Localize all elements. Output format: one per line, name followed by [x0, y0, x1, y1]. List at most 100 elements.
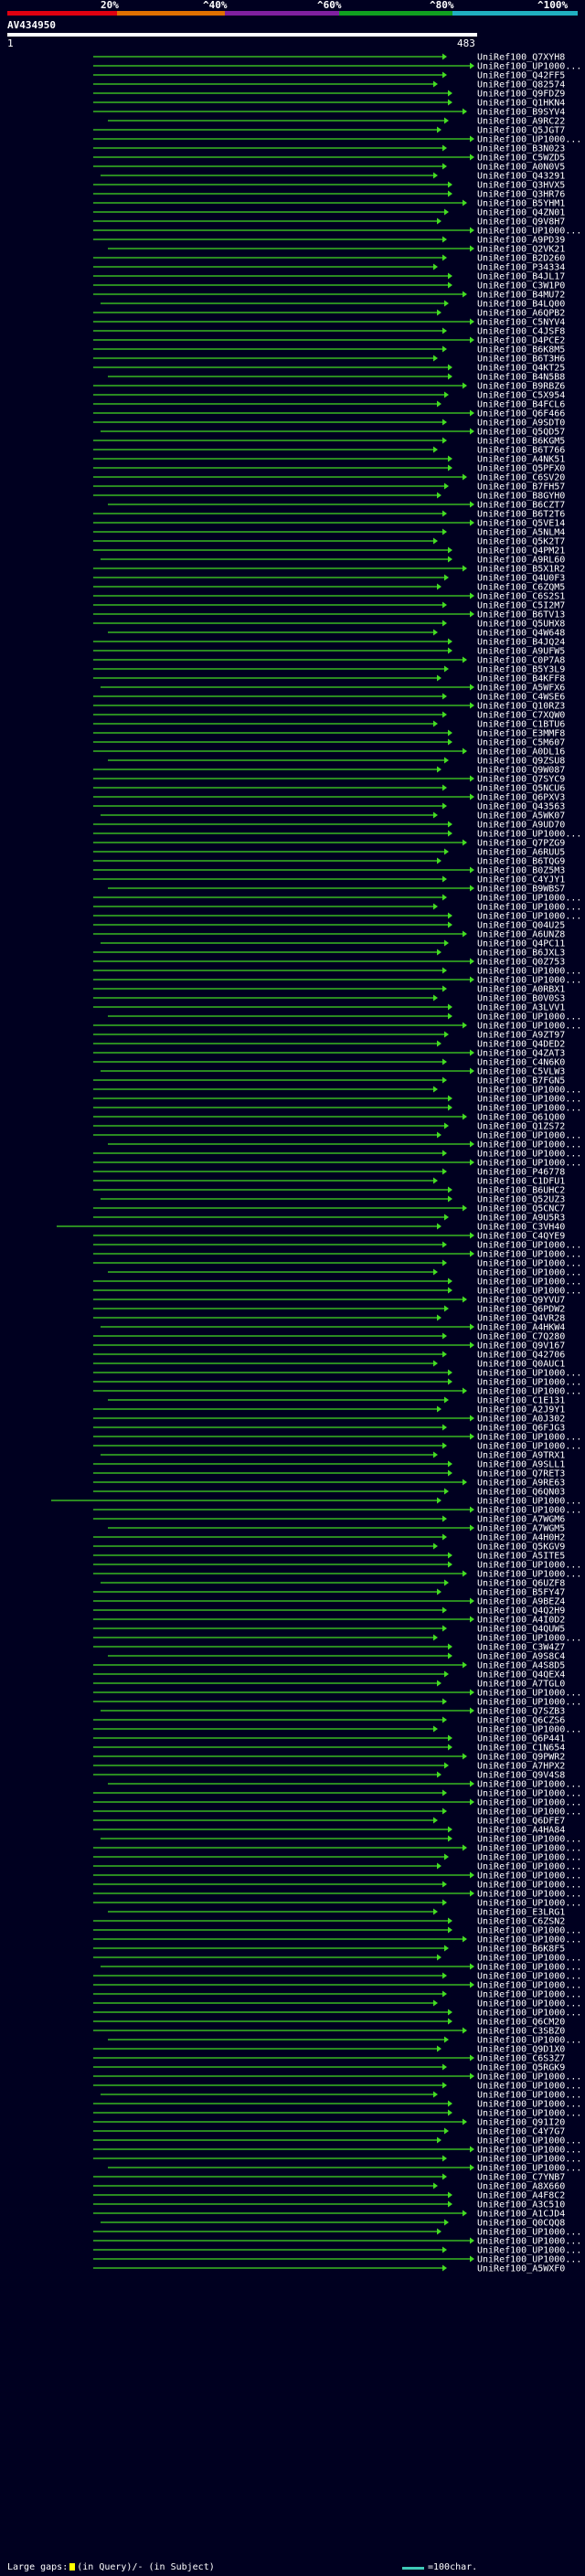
- hit-arrow-icon: [442, 1259, 447, 1267]
- hit-arrow-icon: [442, 1881, 447, 1888]
- hit-arrow-icon: [437, 674, 441, 682]
- hit-arrow-icon: [437, 217, 441, 225]
- hit-arrow-icon: [433, 1086, 438, 1093]
- hit-arrow-icon: [442, 875, 447, 883]
- hit-arrow-icon: [442, 2173, 447, 2180]
- hit-arrow-icon: [470, 885, 474, 892]
- hit-arrow-icon: [442, 967, 447, 974]
- hit-arrow-icon: [470, 135, 474, 143]
- hit-arrow-icon: [470, 1250, 474, 1257]
- hit-arrow-icon: [437, 400, 441, 408]
- hit-arrow-icon: [444, 208, 449, 216]
- hit-arrow-icon: [437, 2045, 441, 2052]
- hit-arrow-icon: [470, 1415, 474, 1422]
- hit-arrow-icon: [470, 1433, 474, 1440]
- hit-arrow-icon: [448, 647, 452, 654]
- hit-arrow-icon: [444, 1214, 449, 1221]
- hit-arrow-icon: [463, 1661, 467, 1669]
- hit-arrow-icon: [463, 930, 467, 938]
- hit-arrow-icon: [433, 1725, 438, 1733]
- hit-arrow-icon: [433, 1451, 438, 1458]
- hit-arrow-icon: [448, 281, 452, 289]
- hit-label-link[interactable]: UniRef100_A5WXF0: [477, 2264, 565, 2274]
- hit-arrow-icon: [448, 729, 452, 737]
- hit-arrow-icon: [433, 1360, 438, 1367]
- hit-arrow-icon: [433, 1268, 438, 1276]
- hit-arrow-icon: [437, 309, 441, 316]
- hit-arrow-icon: [442, 254, 447, 261]
- hit-arrow-icon: [448, 1378, 452, 1385]
- hit-arrow-icon: [448, 2100, 452, 2107]
- hit-arrow-icon: [470, 958, 474, 965]
- hit-arrow-icon: [470, 1067, 474, 1075]
- hit-arrow-icon: [448, 1835, 452, 1842]
- hit-arrow-icon: [442, 1442, 447, 1449]
- hit-arrow-icon: [448, 1652, 452, 1659]
- hit-arrow-icon: [463, 1204, 467, 1212]
- hit-arrow-icon: [442, 1168, 447, 1175]
- hit-arrow-icon: [442, 985, 447, 992]
- hit-arrow-icon: [470, 1232, 474, 1239]
- hit-arrow-icon: [448, 821, 452, 828]
- hit-arrow-icon: [448, 1917, 452, 1924]
- hit-arrow-icon: [470, 976, 474, 983]
- hit-arrow-icon: [470, 428, 474, 435]
- hit-arrow-icon: [442, 71, 447, 79]
- hit-arrow-icon: [470, 610, 474, 618]
- hit-arrow-icon: [470, 793, 474, 800]
- hit-arrow-icon: [444, 1853, 449, 1860]
- hit-arrow-icon: [470, 409, 474, 417]
- hit-arrow-icon: [463, 199, 467, 207]
- hit-arrow-icon: [444, 2036, 449, 2043]
- hit-arrow-icon: [433, 2091, 438, 2098]
- hit-arrow-icon: [463, 747, 467, 755]
- hit-arrow-icon: [437, 1771, 441, 1778]
- hit-arrow-icon: [470, 245, 474, 252]
- query-gap-marker-icon: [69, 2563, 76, 2571]
- hit-arrow-icon: [448, 1926, 452, 1934]
- hit-arrow-icon: [470, 2072, 474, 2080]
- hit-arrow-icon: [442, 2063, 447, 2071]
- hit-arrow-icon: [437, 1588, 441, 1595]
- hit-arrow-icon: [463, 1570, 467, 1577]
- hit-arrow-icon: [442, 53, 447, 60]
- hit-arrow-icon: [470, 1780, 474, 1787]
- hit-arrow-icon: [442, 1351, 447, 1358]
- hit-arrow-icon: [433, 172, 438, 179]
- hit-arrow-icon: [442, 1625, 447, 1632]
- hit-arrow-icon: [448, 190, 452, 197]
- legend-scale-text: =100char.: [428, 2562, 478, 2572]
- hit-arrow-icon: [442, 784, 447, 791]
- hit-arrow-icon: [444, 1031, 449, 1038]
- hit-arrow-icon: [433, 446, 438, 453]
- hit-arrow-icon: [442, 1150, 447, 1157]
- hit-arrow-icon: [444, 848, 449, 855]
- hit-arrow-icon: [463, 565, 467, 572]
- hit-arrow-icon: [442, 711, 447, 718]
- hit-arrow-icon: [448, 455, 452, 462]
- hit-arrow-icon: [433, 1634, 438, 1641]
- hit-arrow-icon: [463, 1935, 467, 1943]
- hit-arrow-icon: [442, 1424, 447, 1431]
- hit-arrow-icon: [448, 2009, 452, 2016]
- hit-arrow-icon: [444, 482, 449, 490]
- hit-arrow-icon: [442, 144, 447, 152]
- hit-arrow-icon: [442, 693, 447, 700]
- hit-arrow-icon: [448, 921, 452, 928]
- hit-arrow-icon: [448, 1195, 452, 1203]
- hit-arrow-icon: [470, 1524, 474, 1532]
- hit-arrow-icon: [470, 1159, 474, 1166]
- hit-arrow-icon: [470, 2146, 474, 2153]
- hit-arrow-icon: [463, 382, 467, 389]
- hit-arrow-icon: [433, 537, 438, 545]
- hit-arrow-icon: [448, 1643, 452, 1650]
- hit-arrow-icon: [433, 1177, 438, 1184]
- hit-arrow-icon: [442, 1241, 447, 1248]
- hit-arrow-icon: [448, 912, 452, 919]
- hit-arrow-icon: [448, 2191, 452, 2199]
- hit-arrow-icon: [437, 2228, 441, 2235]
- hit-arrow-icon: [433, 1817, 438, 1824]
- hit-arrow-icon: [442, 2082, 447, 2089]
- hit-arrow-icon: [442, 327, 447, 334]
- scale-sample-line: [402, 2567, 424, 2570]
